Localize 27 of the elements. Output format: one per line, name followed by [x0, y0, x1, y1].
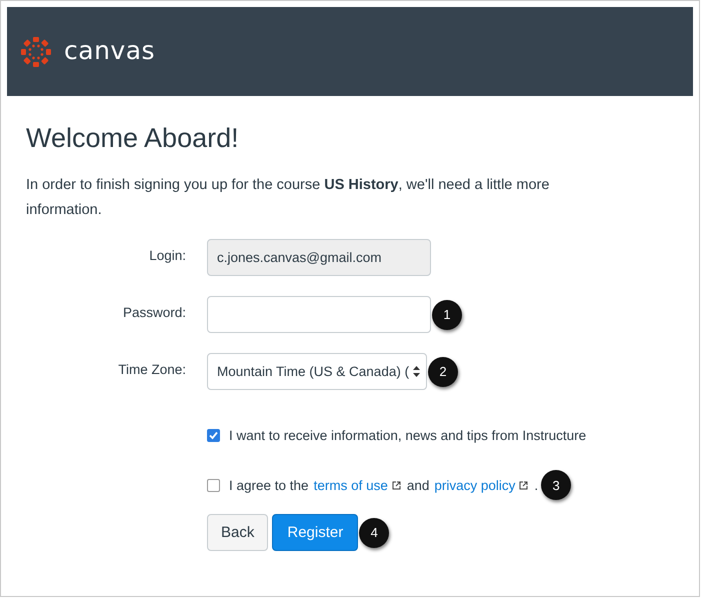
logo-text: canvas	[64, 36, 156, 65]
field-label: Password:	[122, 304, 186, 320]
time-zone-select[interactable]: Mountain Time (US & Canada) (	[207, 353, 427, 390]
checkbox-label: I agree to the	[229, 478, 309, 492]
checkbox[interactable]	[207, 478, 220, 492]
field-label: Time Zone:	[117, 361, 186, 377]
period-text: .	[534, 478, 538, 492]
callout-badge: 3	[541, 470, 572, 500]
intro-text: In order to finish signing you up for the course US History, we'll need a little more information.	[26, 176, 550, 220]
login-field: c.jones.canvas@gmail.com	[207, 239, 431, 276]
external-link-icon	[519, 480, 528, 490]
checkbox-label: I want to receive information, news and tips from Instructure	[229, 428, 586, 442]
privacy-link[interactable]: privacy policy	[434, 478, 516, 492]
terms-link[interactable]: terms of use	[314, 478, 388, 492]
callout-badge: 1	[432, 300, 462, 330]
register-button[interactable]: Register	[272, 514, 358, 551]
logo-icon	[20, 36, 52, 68]
callout-badge: 2	[428, 356, 458, 386]
checkbox-label: and	[406, 478, 430, 492]
external-link-icon	[392, 480, 401, 490]
field-label: Login:	[148, 247, 186, 263]
back-button[interactable]: Back	[207, 514, 268, 551]
callout-badge: 4	[359, 518, 390, 548]
password-field[interactable]	[207, 296, 431, 333]
updown-icon	[413, 366, 420, 377]
page-title: Welcome Aboard!	[26, 123, 240, 154]
checkbox[interactable]	[207, 428, 220, 442]
